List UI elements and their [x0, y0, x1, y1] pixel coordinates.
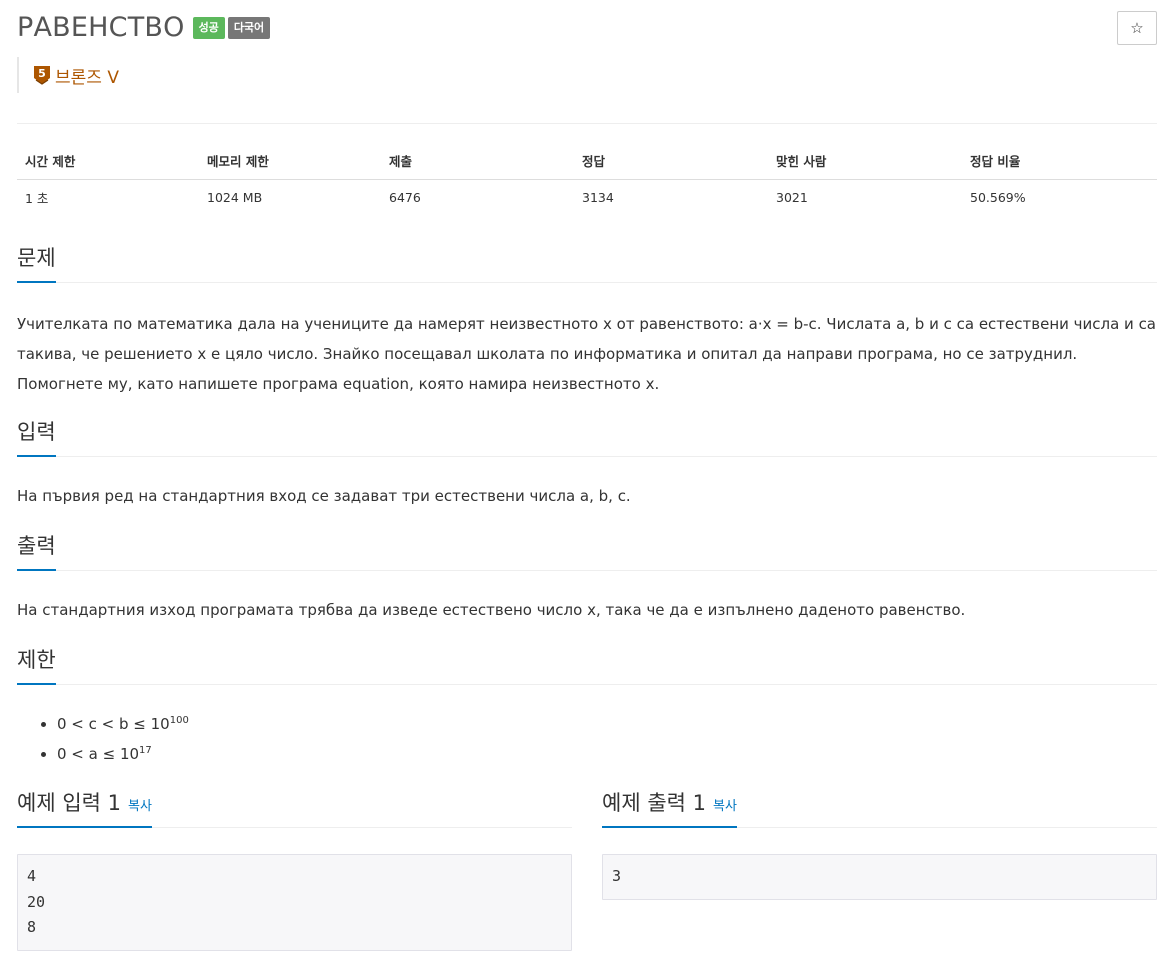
header-divider [17, 123, 1157, 124]
tier-badge-number: 5 [38, 67, 46, 80]
multilang-badge[interactable]: 다국어 [227, 16, 271, 39]
copy-sample-output-button[interactable]: 복사 [713, 799, 737, 814]
info-header-solved-users: 맞힌 사람 [768, 142, 962, 180]
description-heading: 문제 [17, 243, 1157, 283]
output-section: 출력 На стандартния изход програмата трябв… [17, 531, 1157, 625]
input-body: На първия ред на стандартния вход се зад… [17, 481, 1157, 511]
limits-heading: 제한 [17, 645, 1157, 685]
info-ratio: 50.569% [970, 189, 1026, 205]
input-text: На първия ред на стандартния вход се зад… [17, 487, 631, 505]
output-text: На стандартния изход програмата трябва д… [17, 601, 966, 619]
output-title: 출력 [17, 531, 56, 571]
success-badge[interactable]: 성공 [192, 16, 225, 39]
sample-output-heading: 예제 출력 1 복사 [602, 791, 1157, 828]
info-accepted[interactable]: 3134 [574, 179, 768, 215]
problem-page: РАВЕНСТВО 성공 다국어 ☆ 5 브론즈 V 시간 제한 메모리 제한 … [0, 0, 1176, 965]
input-heading: 입력 [17, 417, 1157, 457]
copy-sample-input-button[interactable]: 복사 [128, 799, 152, 814]
description-body: Учителката по математика дала на ученици… [17, 309, 1157, 399]
info-header-accepted: 정답 [574, 142, 768, 180]
input-title: 입력 [17, 417, 56, 457]
info-solved-users[interactable]: 3021 [768, 179, 962, 215]
info-time-limit: 1 초 [25, 190, 49, 206]
output-heading: 출력 [17, 531, 1157, 571]
info-header-submissions: 제출 [381, 142, 574, 180]
limit-item-base: 0 < c < b ≤ 10 [57, 715, 170, 733]
info-submissions[interactable]: 6476 [381, 179, 574, 215]
description-section: 문제 Учителката по математика дала на учен… [17, 243, 1157, 399]
sample-output-title-text: 예제 출력 1 [602, 791, 706, 815]
info-memory-limit: 1024 MB [207, 189, 263, 205]
bronze-tier-icon: 5 [33, 65, 51, 85]
sample-output-title: 예제 출력 1 복사 [602, 788, 737, 828]
output-body: На стандартния изход програмата трябва д… [17, 595, 1157, 625]
limit-item: 0 < a ≤ 1017 [57, 739, 1157, 769]
info-header-memory-limit: 메모리 제한 [199, 142, 381, 180]
problem-info-table: 시간 제한 메모리 제한 제출 정답 맞힌 사람 정답 비율 1 초 1024 … [17, 142, 1157, 215]
limits-title: 제한 [17, 645, 56, 685]
sample-input-panel: 예제 입력 1 복사 4 20 8 [17, 791, 572, 951]
sample-input-title: 예제 입력 1 복사 [17, 788, 152, 828]
limit-item-exponent: 17 [139, 745, 152, 756]
description-title: 문제 [17, 243, 56, 283]
title-row: РАВЕНСТВО 성공 다국어 [17, 12, 271, 43]
description-text: Учителката по математика дала на ученици… [17, 315, 1157, 393]
info-header-time-limit: 시간 제한 [17, 142, 199, 180]
limit-item: 0 < c < b ≤ 10100 [57, 709, 1157, 739]
info-value-row: 1 초 1024 MB 6476 3134 3021 50.569% [17, 179, 1157, 215]
tier-link[interactable]: 브론즈 V [55, 63, 119, 88]
sample-input-title-text: 예제 입력 1 [17, 791, 121, 815]
input-section: 입력 На първия ред на стандартния вход се … [17, 417, 1157, 511]
limit-item-base: 0 < a ≤ 10 [57, 745, 140, 763]
sample-output-panel: 예제 출력 1 복사 3 [602, 791, 1157, 900]
info-header-row: 시간 제한 메모리 제한 제출 정답 맞힌 사람 정답 비율 [17, 142, 1157, 180]
sample-input-content[interactable]: 4 20 8 [17, 854, 572, 951]
limits-section: 제한 0 < c < b ≤ 10100 0 < a ≤ 1017 [17, 645, 1157, 769]
limit-item-exponent: 100 [169, 715, 189, 726]
tier-box: 5 브론즈 V [17, 57, 119, 93]
star-icon: ☆ [1130, 19, 1144, 37]
sample-input-heading: 예제 입력 1 복사 [17, 791, 572, 828]
info-header-ratio: 정답 비율 [962, 142, 1157, 180]
sample-output-content[interactable]: 3 [602, 854, 1157, 900]
favorite-star-button[interactable]: ☆ [1117, 11, 1157, 45]
limits-list: 0 < c < b ≤ 10100 0 < a ≤ 1017 [17, 709, 1157, 769]
problem-title: РАВЕНСТВО [17, 12, 185, 43]
